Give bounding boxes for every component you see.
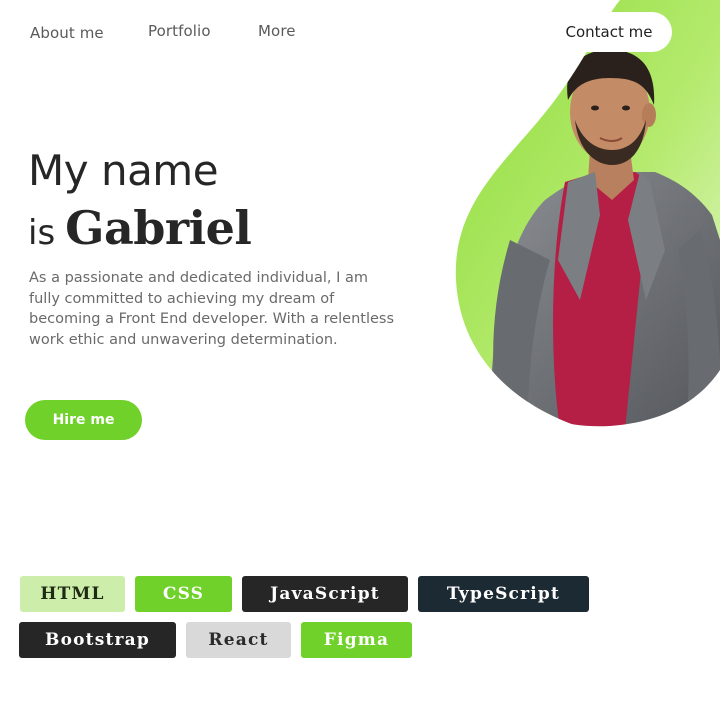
skill-chip-react: React [186, 622, 291, 658]
hero-heading-line1: My name [28, 146, 219, 195]
skill-chip-html: HTML [20, 576, 125, 612]
hero-portrait-area [450, 0, 720, 430]
nav-more-link[interactable]: More [258, 22, 296, 40]
hero-description: As a passionate and dedicated individual… [29, 270, 395, 348]
skill-chip-typescript: TypeScript [418, 576, 589, 612]
skill-chip-bootstrap: Bootstrap [19, 622, 176, 658]
hero-name: Gabriel [65, 201, 252, 255]
hire-me-button[interactable]: Hire me [25, 400, 142, 440]
contact-me-button[interactable]: Contact me [546, 12, 672, 52]
skill-chip-figma: Figma [301, 622, 412, 658]
skill-chip-javascript: JavaScript [242, 576, 408, 612]
portfolio-page: About me Portfolio More Contact me My na… [0, 0, 720, 720]
hero-heading-prefix: is [28, 213, 56, 253]
skill-chip-css: CSS [135, 576, 232, 612]
nav-portfolio-link[interactable]: Portfolio [148, 22, 211, 40]
hero-heading-line2: is Gabriel [28, 198, 252, 266]
portrait-photo [450, 0, 720, 430]
nav-about-link[interactable]: About me [30, 24, 104, 42]
